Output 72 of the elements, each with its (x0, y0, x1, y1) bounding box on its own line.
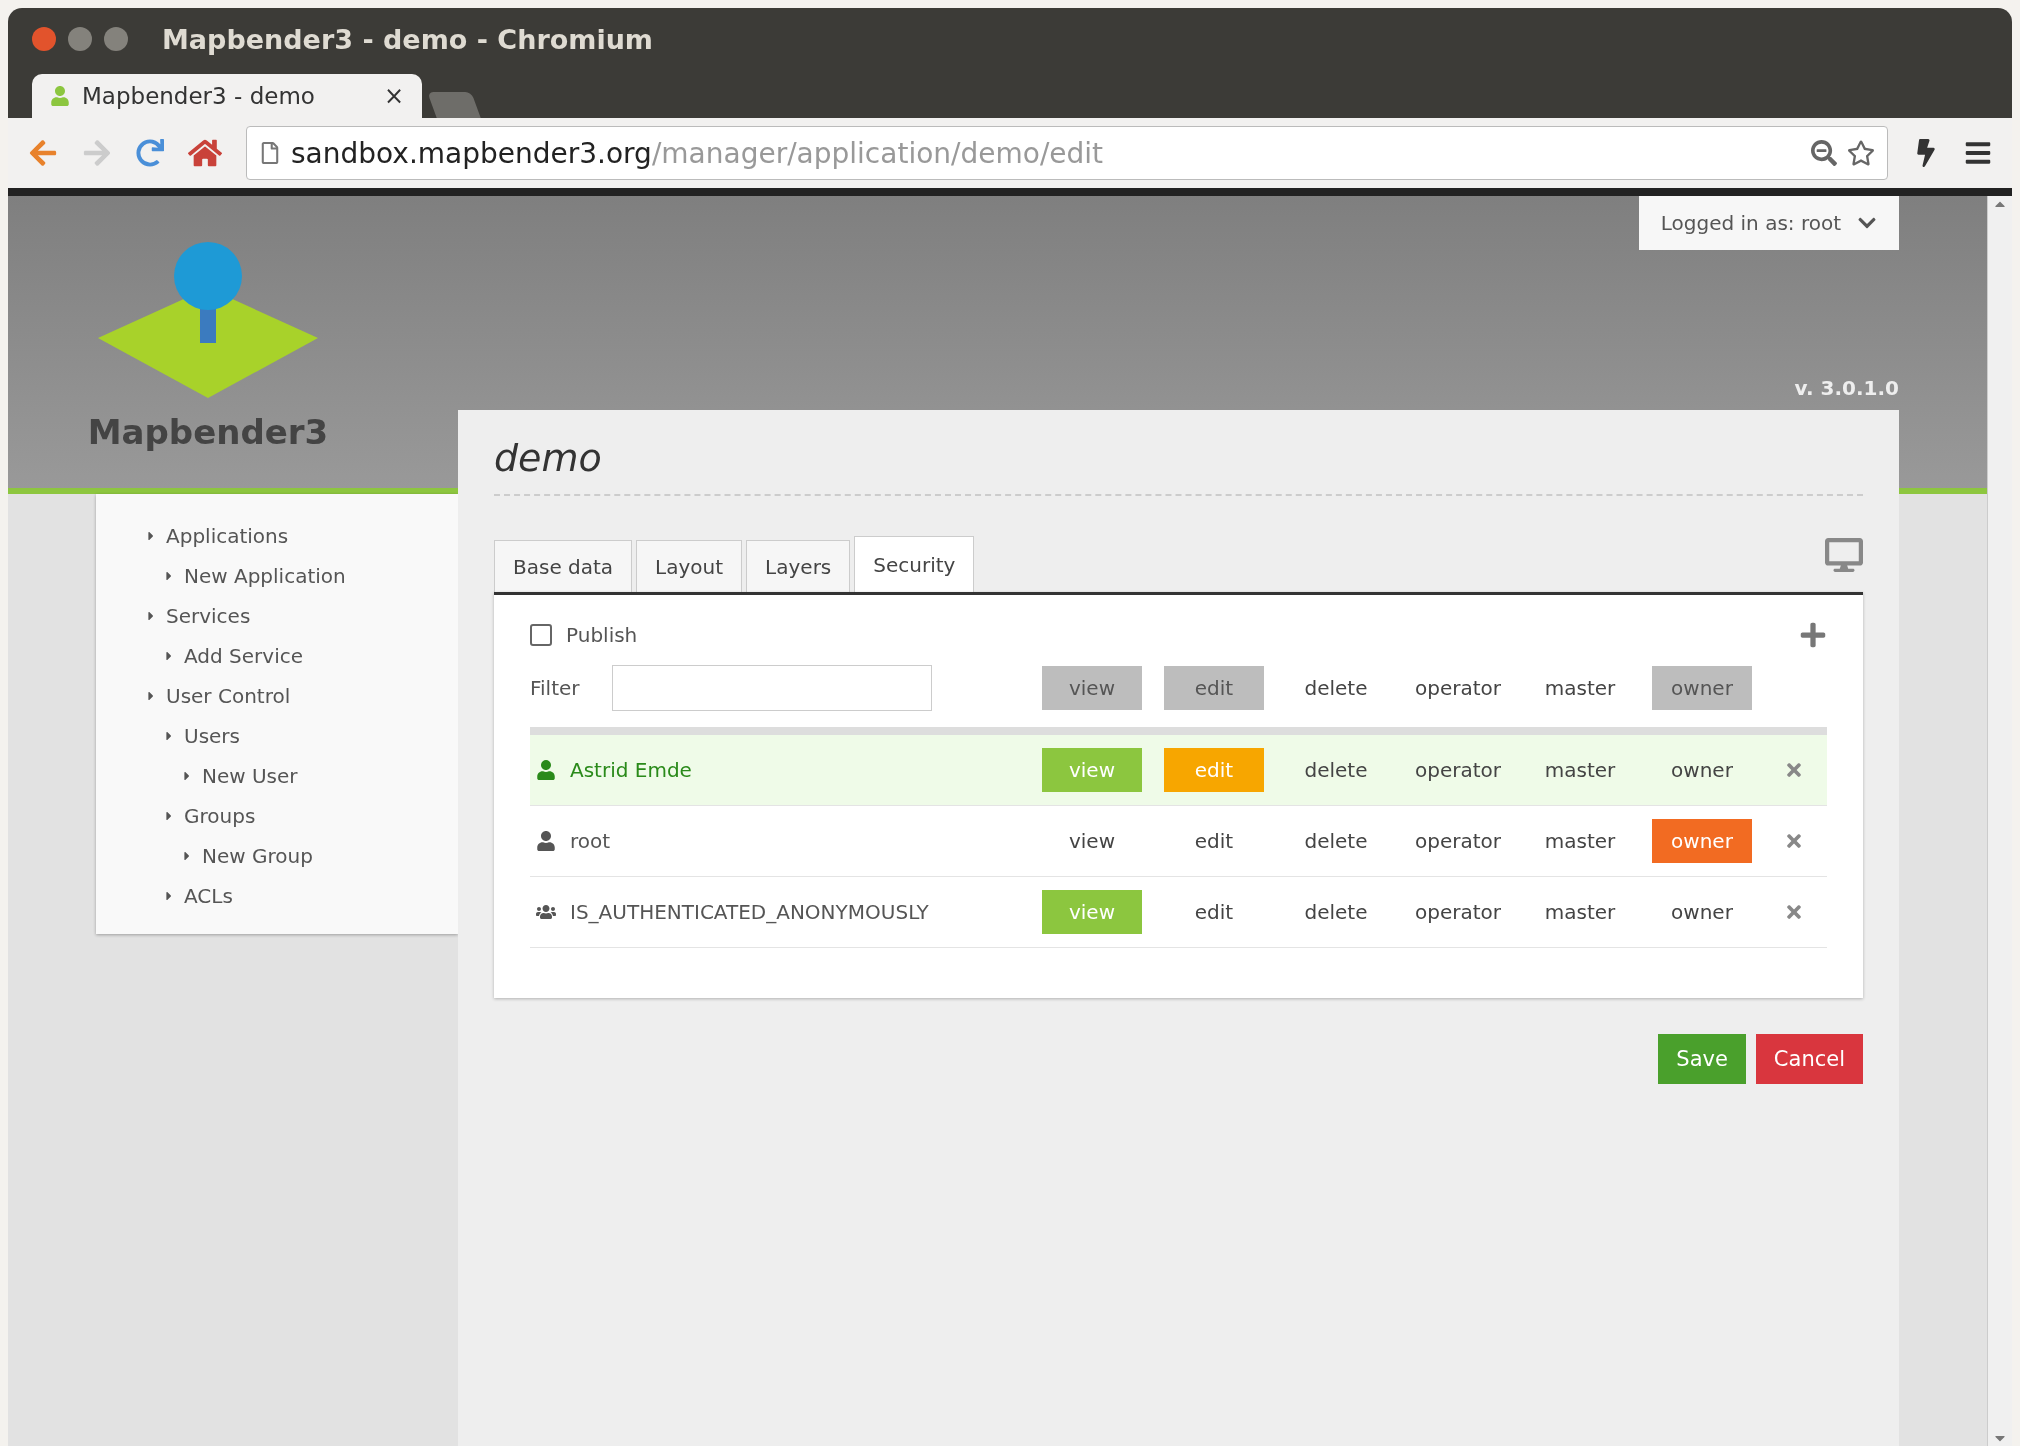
tab[interactable]: Layers (746, 540, 851, 592)
sidebar-link[interactable]: User Control (96, 676, 458, 716)
filter-input[interactable] (611, 665, 932, 711)
users-icon (536, 902, 556, 922)
permission-toggle[interactable]: operator (1408, 890, 1508, 934)
close-window-button[interactable] (32, 27, 56, 51)
tab-title: Mapbender3 - demo (82, 83, 316, 109)
reload-icon[interactable] (136, 139, 164, 167)
permission-toggle[interactable]: master (1530, 748, 1630, 792)
publish-label: Publish (566, 623, 638, 647)
permission-toggle[interactable]: view (1042, 819, 1142, 863)
browser-tab[interactable]: Mapbender3 - demo × (32, 74, 422, 118)
sidebar-link[interactable]: Applications (96, 516, 458, 556)
subject-name: root (570, 829, 611, 853)
filter-label: Filter (530, 676, 580, 700)
favicon-icon (50, 86, 70, 106)
sidebar-link[interactable]: Groups (96, 796, 458, 836)
version-label: v. 3.0.1.0 (1794, 376, 1899, 400)
address-field[interactable]: sandbox.mapbender3.org/manager/application/demo/edit (246, 126, 1888, 180)
account-menu[interactable]: Logged in as: root (1638, 196, 1899, 250)
permission-toggle[interactable]: delete (1286, 819, 1386, 863)
tab[interactable]: Base data (494, 540, 633, 592)
url-host: sandbox.mapbender3.org (291, 136, 652, 170)
tab[interactable]: Layout (636, 540, 743, 592)
permission-toggle[interactable]: owner (1652, 666, 1752, 710)
back-icon[interactable] (28, 138, 58, 168)
permission-toggle[interactable]: delete (1286, 890, 1386, 934)
remove-icon[interactable] (1784, 831, 1804, 851)
sidebar-link[interactable]: New Application (96, 556, 458, 596)
permission-toggle[interactable]: edit (1164, 819, 1264, 863)
tab-close-button[interactable]: × (383, 82, 404, 110)
monitor-icon[interactable] (1825, 536, 1863, 574)
form-button[interactable]: Cancel (1755, 1034, 1863, 1084)
remove-icon[interactable] (1784, 760, 1804, 780)
zoom-icon[interactable] (1811, 140, 1837, 166)
permission-toggle[interactable]: master (1530, 890, 1630, 934)
permission-toggle[interactable]: delete (1286, 748, 1386, 792)
permission-toggle[interactable]: delete (1286, 666, 1386, 710)
user-icon (536, 760, 556, 780)
permission-toggle[interactable]: operator (1408, 748, 1508, 792)
sidebar-link[interactable]: Users (96, 716, 458, 756)
permission-toggle[interactable]: operator (1408, 666, 1508, 710)
window-title: Mapbender3 - demo - Chromium (162, 23, 653, 55)
permission-toggle[interactable]: owner (1652, 890, 1752, 934)
minimize-window-button[interactable] (68, 27, 92, 51)
sidebar-link[interactable]: New Group (96, 836, 458, 876)
subject-name: IS_AUTHENTICATED_ANONYMOUSLY (570, 900, 929, 924)
permission-toggle[interactable]: edit (1164, 666, 1264, 710)
remove-icon[interactable] (1784, 902, 1804, 922)
page-icon (259, 142, 281, 164)
star-icon[interactable] (1847, 139, 1875, 167)
add-icon[interactable] (1799, 621, 1827, 649)
menu-icon[interactable] (1964, 139, 1992, 167)
permission-toggle[interactable]: owner (1652, 748, 1752, 792)
permission-toggle[interactable]: master (1530, 819, 1630, 863)
user-icon (536, 831, 556, 851)
maximize-window-button[interactable] (104, 27, 128, 51)
sidebar-link[interactable]: New User (96, 756, 458, 796)
url-path: /manager/application/demo/edit (651, 136, 1105, 170)
subject-name: Astrid Emde (570, 758, 692, 782)
permission-toggle[interactable]: view (1042, 666, 1142, 710)
publish-checkbox[interactable] (530, 624, 552, 646)
sidebar-link[interactable]: Add Service (96, 636, 458, 676)
permission-toggle[interactable]: operator (1408, 819, 1508, 863)
tab[interactable]: Security (854, 536, 975, 592)
scrollbar[interactable] (1987, 196, 2012, 1446)
application-title: demo (494, 436, 1863, 496)
permission-toggle[interactable]: master (1530, 666, 1630, 710)
sidebar-link[interactable]: ACLs (96, 876, 458, 916)
permission-toggle[interactable]: edit (1164, 890, 1264, 934)
logo-text: Mapbender3 (87, 412, 329, 452)
sidebar-link[interactable]: Services (96, 596, 458, 636)
